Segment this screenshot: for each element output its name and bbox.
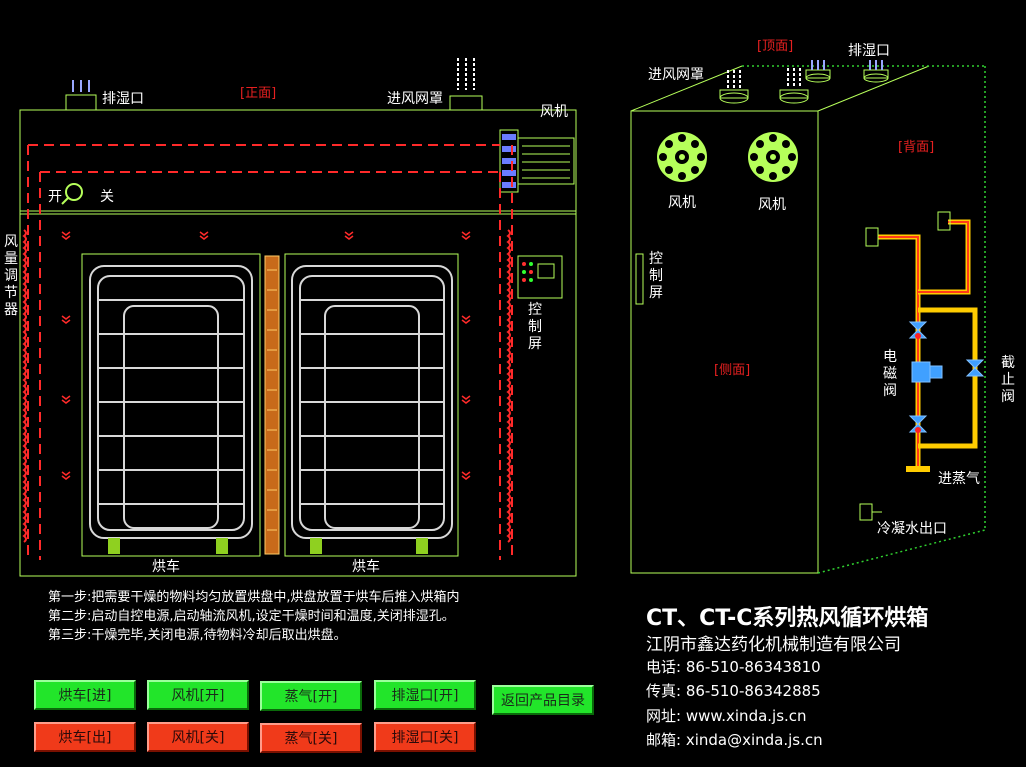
damper-knob-icon[interactable]	[61, 183, 83, 205]
instruction-steps: 第一步:把需要干燥的物料均匀放置烘盘中,烘盘放置于烘车后推入烘箱内 第二步:启动…	[48, 588, 460, 645]
fan-on-button[interactable]: 风机[开]	[147, 680, 249, 710]
side-intake-label: 进风网罩	[648, 67, 704, 83]
side-exhaust-label: 排湿口	[848, 43, 890, 59]
fan-icon-2	[748, 132, 798, 182]
damper-on-label[interactable]: 开	[48, 186, 62, 206]
damper-off-label[interactable]: 关	[100, 186, 114, 206]
damper-label: 风量调节器	[4, 234, 18, 318]
top-view-label: [顶面]	[757, 39, 794, 54]
front-control-label: 控制屏	[528, 302, 542, 352]
side-view-label: [侧面]	[714, 363, 751, 378]
fan-label: 风机	[540, 104, 568, 120]
cart-rack-left	[89, 265, 253, 539]
exhaust-off-button[interactable]: 排湿口[关]	[374, 722, 476, 752]
side-fan2-label: 风机	[758, 197, 786, 213]
heater-column	[264, 255, 280, 555]
side-control-screen	[635, 253, 644, 305]
intake-hood	[449, 95, 483, 111]
side-panel	[630, 110, 819, 574]
side-fan1-label: 风机	[668, 195, 696, 211]
steam-in-label: 进蒸气	[938, 471, 980, 487]
company-web: 网址: www.xinda.js.cn	[646, 707, 807, 725]
fan-icon-1	[657, 132, 707, 182]
company-tel: 电话: 86-510-86343810	[646, 658, 821, 676]
exhaust-vent	[65, 94, 97, 111]
step-3: 第三步:干燥完毕,关闭电源,待物料冷却后取出烘盘。	[48, 628, 347, 643]
stop-valve-label: 截止阀	[1001, 355, 1015, 405]
side-control-label: 控制屏	[649, 251, 663, 301]
cart-rack-right	[291, 265, 453, 539]
step-1: 第一步:把需要干燥的物料均匀放置烘盘中,烘盘放置于烘车后推入烘箱内	[48, 590, 460, 605]
company-name: 江阴市鑫达药化机械制造有限公司	[646, 635, 901, 655]
back-to-catalog-button[interactable]: 返回产品目录	[492, 685, 594, 715]
steam-on-button[interactable]: 蒸气[开]	[260, 681, 362, 711]
cart-label-right: 烘车	[352, 559, 380, 575]
solenoid-valve-label: 电磁阀	[883, 349, 897, 399]
fan-motor	[517, 137, 575, 185]
company-email: 邮箱: xinda@xinda.js.cn	[646, 731, 823, 749]
product-title: CT、CT-C系列热风循环烘箱	[646, 606, 929, 631]
intake-hood-label: 进风网罩	[387, 91, 443, 107]
exhaust-on-button[interactable]: 排湿口[开]	[374, 680, 476, 710]
condensate-label: 冷凝水出口	[877, 521, 947, 537]
fan-off-button[interactable]: 风机[关]	[147, 722, 249, 752]
control-leds	[522, 262, 533, 282]
steam-off-button[interactable]: 蒸气[关]	[260, 723, 362, 753]
cart-label-left: 烘车	[152, 559, 180, 575]
top-vents	[719, 69, 889, 104]
exhaust-label: 排湿口	[102, 91, 144, 107]
front-view-label: [正面]	[240, 86, 277, 101]
valve-icons	[908, 321, 985, 433]
cart-in-button[interactable]: 烘车[进]	[34, 680, 136, 710]
company-fax: 传真: 86-510-86342885	[646, 682, 821, 700]
back-view-label: [背面]	[898, 140, 935, 155]
cart-out-button[interactable]: 烘车[出]	[34, 722, 136, 752]
fan-blades	[502, 134, 516, 188]
step-2: 第二步:启动自控电源,启动轴流风机,设定干燥时间和温度,关闭排湿孔。	[48, 609, 455, 624]
